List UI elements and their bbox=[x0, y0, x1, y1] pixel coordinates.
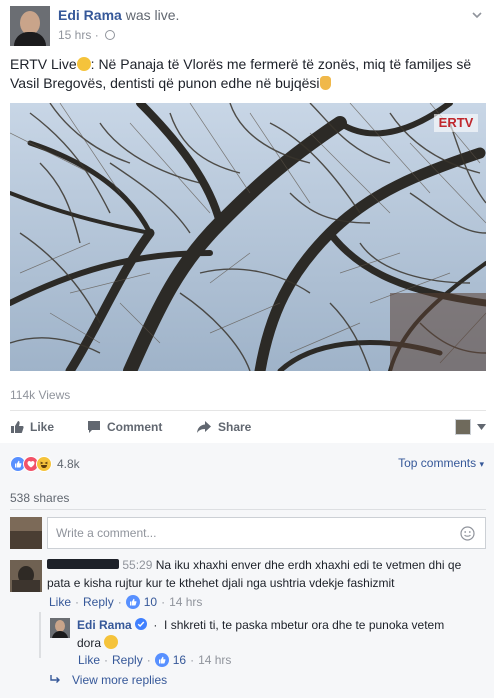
share-label: Share bbox=[218, 420, 252, 434]
reaction-count: 4.8k bbox=[57, 457, 80, 471]
comment-composer[interactable] bbox=[47, 517, 486, 549]
reply-like-count[interactable]: 16 bbox=[173, 653, 186, 667]
view-more-replies-label: View more replies bbox=[72, 673, 168, 687]
comment-body: 55:29 Na iku xhaxhi enver dhe erdh xhaxh… bbox=[47, 556, 477, 592]
redacted-author-name[interactable] bbox=[47, 559, 119, 569]
verified-badge-icon bbox=[134, 618, 147, 630]
reply-thread-line bbox=[39, 612, 41, 658]
live-video-player[interactable]: ERTV bbox=[10, 103, 486, 371]
commenter-avatar[interactable] bbox=[10, 560, 42, 592]
author-avatar[interactable] bbox=[10, 6, 50, 46]
post-time[interactable]: 15 hrs bbox=[58, 28, 91, 42]
like-button[interactable]: Like bbox=[10, 420, 54, 434]
comments-section: 4.8k Top comments ▾ 538 shares 55:29 Na … bbox=[0, 443, 494, 698]
share-button[interactable]: Share bbox=[196, 420, 251, 434]
comment-video-timestamp[interactable]: 55:29 bbox=[122, 558, 152, 572]
comment-label: Comment bbox=[107, 420, 163, 434]
post-action: was live. bbox=[125, 7, 180, 23]
comment-reply-link[interactable]: Reply bbox=[83, 595, 114, 609]
pointing-hand-emoji-icon bbox=[319, 76, 331, 90]
post-actions-bar: Like Comment Share bbox=[10, 416, 486, 440]
sort-caret-icon: ▾ bbox=[479, 459, 484, 469]
reply-like-count-icon bbox=[154, 653, 169, 667]
post-as-selector[interactable] bbox=[455, 419, 486, 435]
share-count[interactable]: 538 shares bbox=[10, 491, 69, 505]
comment-like-link[interactable]: Like bbox=[49, 595, 71, 609]
post-title: Edi Rama was live. bbox=[58, 7, 179, 23]
smiley-emoji-icon bbox=[76, 57, 91, 71]
viewer-avatar bbox=[10, 517, 42, 549]
post-text-prefix: ERTV Live bbox=[10, 56, 77, 72]
post-text: ERTV Live: Në Panaja të Vlorës me fermer… bbox=[10, 55, 488, 93]
divider bbox=[10, 410, 486, 411]
reply-age[interactable]: 14 hrs bbox=[198, 653, 231, 667]
post-meta: 15 hrs · bbox=[58, 28, 116, 42]
thumbs-up-icon bbox=[11, 421, 24, 433]
reply-like-link[interactable]: Like bbox=[78, 653, 100, 667]
comment-input[interactable] bbox=[48, 518, 485, 548]
reply-body: Edi Rama · I shkreti ti, te paska mbetur… bbox=[77, 618, 445, 650]
emoji-picker-icon[interactable] bbox=[460, 526, 475, 541]
reply-arrow-icon bbox=[50, 675, 60, 683]
reply-author-name[interactable]: Edi Rama bbox=[77, 618, 132, 632]
author-name[interactable]: Edi Rama bbox=[58, 7, 122, 23]
comment-sort-label: Top comments bbox=[398, 456, 477, 470]
comment-like-count-icon bbox=[125, 595, 140, 609]
reply-reply-link[interactable]: Reply bbox=[112, 653, 143, 667]
haha-reaction-icon bbox=[36, 456, 52, 472]
comment-sort-dropdown[interactable]: Top comments ▾ bbox=[398, 456, 484, 470]
divider bbox=[10, 509, 486, 510]
reply-author-avatar[interactable] bbox=[50, 618, 70, 638]
comment-age[interactable]: 14 hrs bbox=[169, 595, 202, 609]
video-frame-trees bbox=[10, 103, 486, 371]
share-arrow-icon bbox=[197, 421, 211, 433]
post-options-chevron-icon[interactable] bbox=[470, 8, 484, 22]
laughing-emoji-icon bbox=[104, 635, 119, 649]
view-more-replies-link[interactable]: View more replies bbox=[50, 673, 167, 687]
comment-actions: Like · Reply · 10 · 14 hrs bbox=[49, 595, 203, 609]
caret-down-icon bbox=[477, 424, 486, 430]
view-count: 114k Views bbox=[10, 388, 71, 402]
like-label: Like bbox=[30, 420, 55, 434]
reply-text: I shkreti ti, te paska mbetur ora dhe te… bbox=[77, 618, 445, 650]
reply-actions: Like · Reply · 16 · 14 hrs bbox=[78, 653, 232, 667]
post-header: Edi Rama was live. 15 hrs · bbox=[10, 6, 484, 46]
comment-button[interactable]: Comment bbox=[87, 420, 162, 434]
page-avatar bbox=[455, 419, 471, 435]
comment-bubble-icon bbox=[88, 421, 100, 433]
comment-like-count[interactable]: 10 bbox=[144, 595, 157, 609]
ertv-watermark: ERTV bbox=[434, 114, 478, 132]
public-globe-icon bbox=[105, 30, 116, 40]
reactions-summary[interactable]: 4.8k bbox=[10, 455, 80, 473]
